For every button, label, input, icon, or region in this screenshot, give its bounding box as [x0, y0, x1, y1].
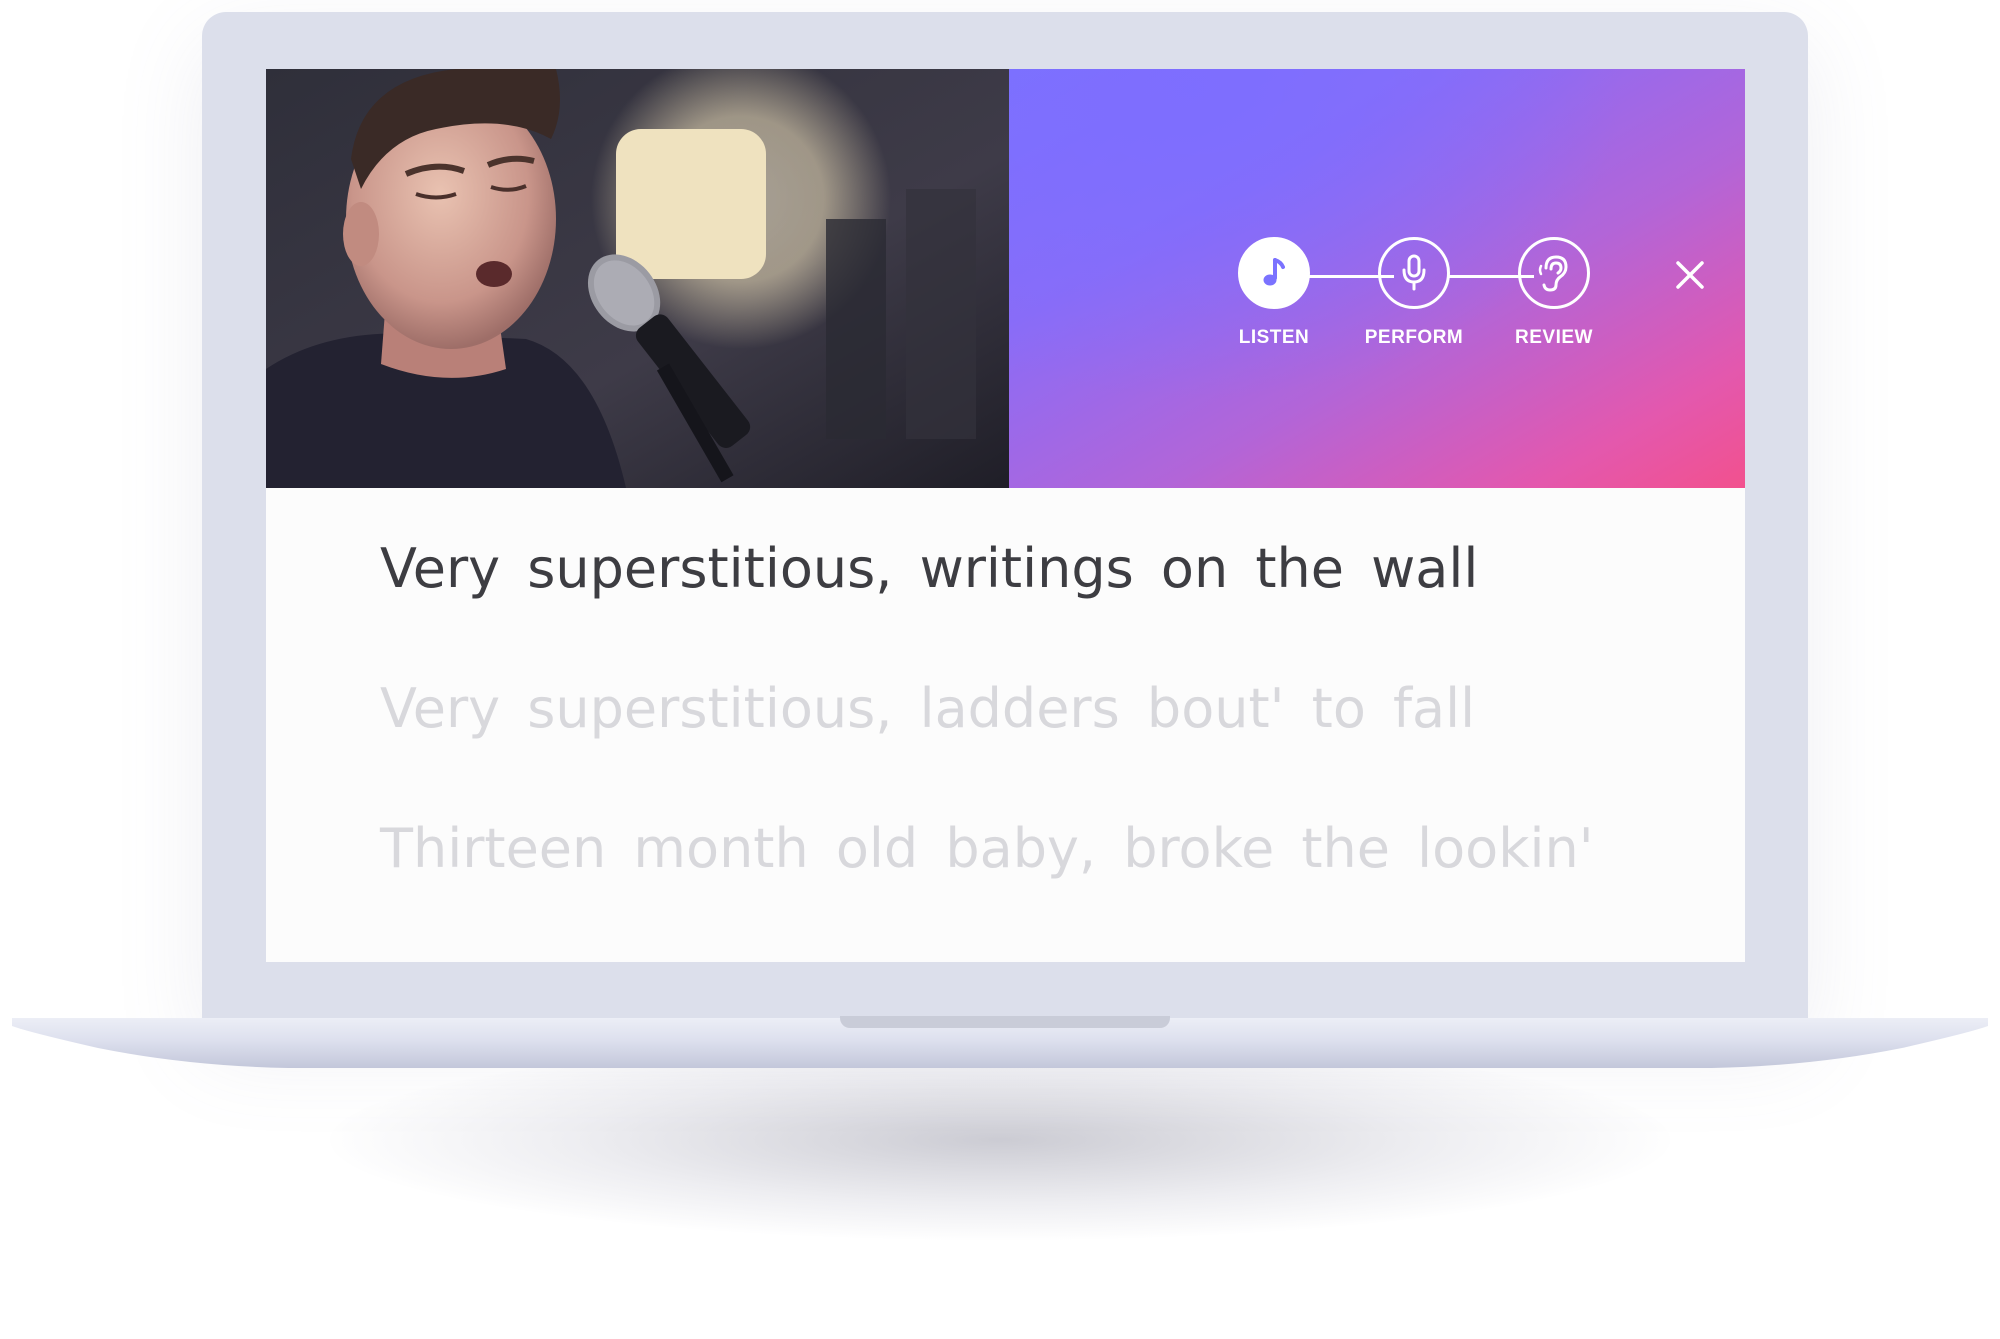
- music-note-icon: [1263, 258, 1285, 286]
- lyric-line-after: Thirteen month old baby, broke the looki…: [380, 817, 1594, 880]
- laptop-mockup: LISTEN PERFORM REVIEW Very superstitious…: [0, 0, 2000, 1339]
- video-player[interactable]: [266, 69, 1009, 488]
- ear-icon: [1538, 255, 1568, 292]
- close-button[interactable]: [1672, 257, 1708, 293]
- lyric-line-next: Very superstitious, ladders bout' to fal…: [380, 677, 1476, 740]
- singer-video-thumbnail: [266, 69, 1009, 488]
- app-screen: LISTEN PERFORM REVIEW Very superstitious…: [266, 69, 1745, 962]
- step-listen[interactable]: LISTEN: [1204, 237, 1344, 349]
- step-perform-label: PERFORM: [1364, 327, 1464, 348]
- laptop-shadow: [330, 1040, 1670, 1240]
- step-review-button[interactable]: [1518, 237, 1590, 309]
- step-review-label: REVIEW: [1515, 327, 1593, 348]
- close-icon: [1676, 261, 1704, 289]
- mode-panel: LISTEN PERFORM REVIEW: [1009, 69, 1745, 488]
- step-perform[interactable]: PERFORM: [1344, 237, 1484, 349]
- step-review[interactable]: REVIEW: [1484, 237, 1624, 349]
- lyric-line-current: Very superstitious, writings on the wall: [380, 537, 1479, 600]
- step-listen-label: LISTEN: [1238, 327, 1310, 348]
- microphone-icon: [1402, 254, 1426, 291]
- step-listen-button[interactable]: [1238, 237, 1310, 309]
- step-perform-button[interactable]: [1378, 237, 1450, 309]
- laptop-notch: [840, 1016, 1170, 1028]
- lyrics-panel: Very superstitious, writings on the wall…: [380, 534, 1680, 954]
- mode-stepper: LISTEN PERFORM REVIEW: [1204, 237, 1592, 357]
